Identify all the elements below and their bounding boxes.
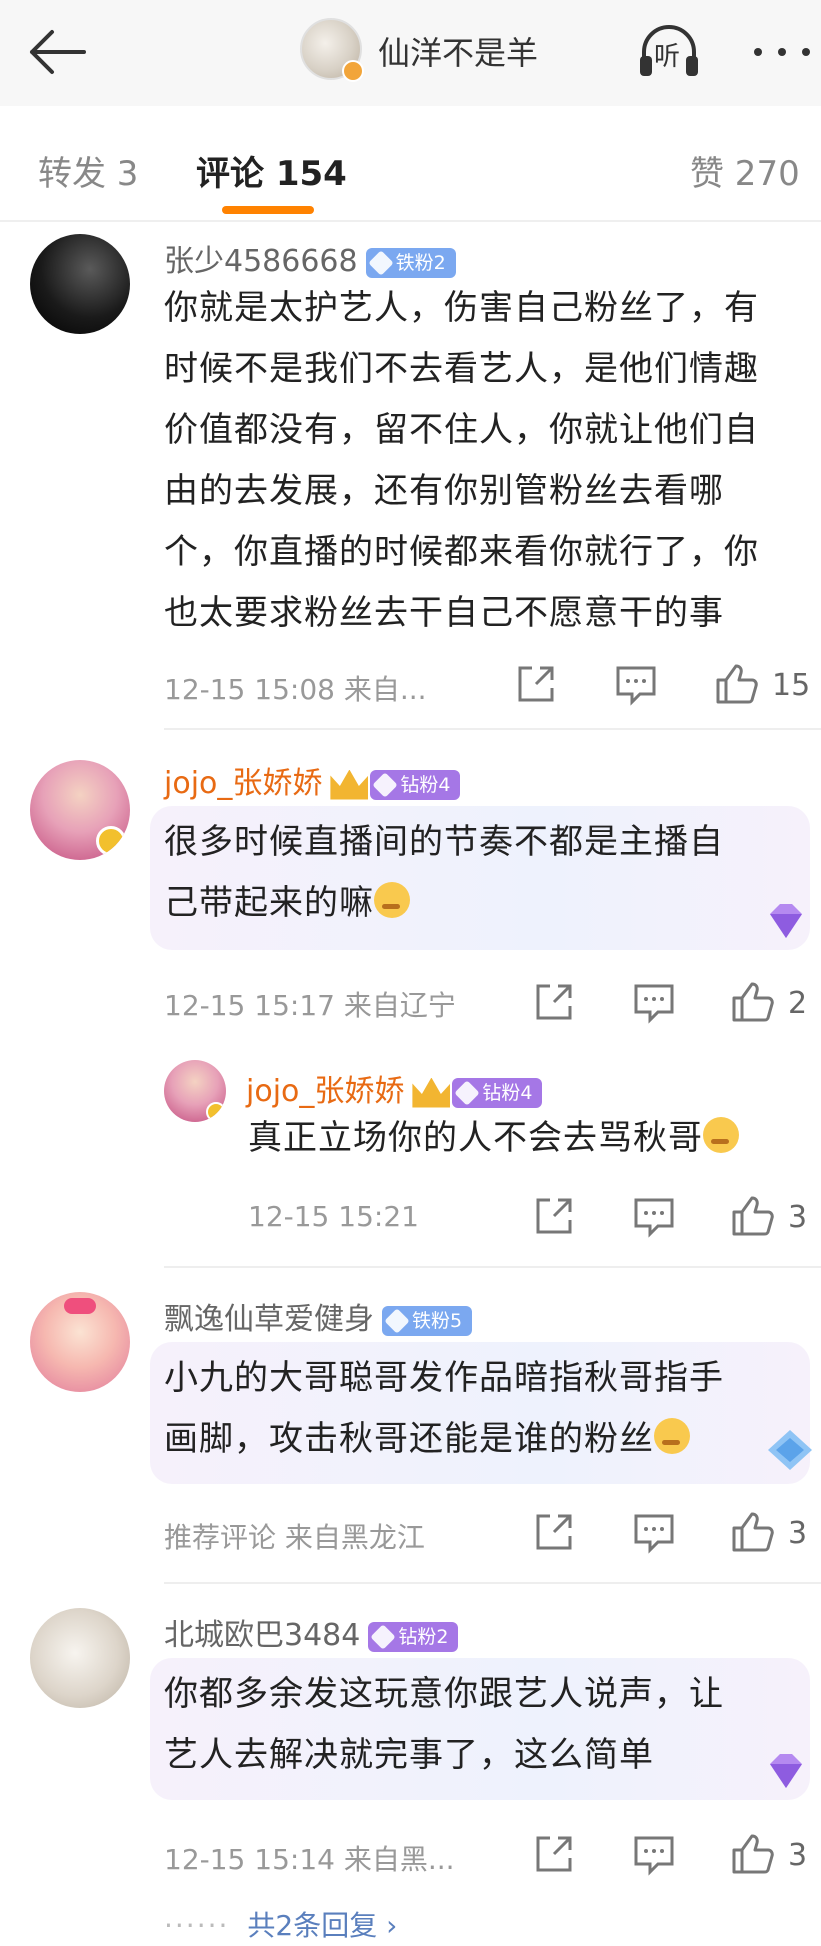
- avatar[interactable]: [30, 234, 130, 334]
- avatar[interactable]: [30, 1292, 130, 1392]
- like-count: 3: [788, 1200, 808, 1235]
- fan-badge: 铁粉2: [365, 247, 456, 278]
- author-avatar[interactable]: [300, 18, 364, 82]
- share-icon[interactable]: [530, 1830, 578, 1878]
- like-icon[interactable]: [728, 978, 776, 1026]
- like-count: 15: [772, 668, 811, 703]
- verified-icon: [96, 826, 126, 856]
- comment-text: 真正立场你的人不会去骂秋哥: [248, 1108, 808, 1169]
- listen-button[interactable]: 听: [634, 20, 704, 80]
- username[interactable]: jojo_张娇娇 钻粉4: [164, 758, 461, 802]
- top-bar: 仙洋不是羊 听: [0, 0, 821, 106]
- crown-icon: [412, 1077, 451, 1108]
- divider: [164, 1266, 821, 1268]
- diamond-decoration-icon: [770, 904, 802, 938]
- share-icon[interactable]: [530, 1508, 578, 1556]
- username[interactable]: 北城欧巴3484 钻粉2: [164, 1610, 459, 1654]
- avatar[interactable]: [30, 1608, 130, 1708]
- comment-meta: 12-15 15:08 来自...: [164, 673, 427, 706]
- diamond-decoration-icon: [770, 1754, 802, 1788]
- active-tab-indicator: [222, 206, 314, 214]
- divider: [164, 728, 821, 730]
- username[interactable]: jojo_张娇娇 钻粉4: [246, 1066, 543, 1110]
- thinking-emoji-icon: [374, 882, 410, 918]
- like-count: 3: [788, 1516, 808, 1551]
- like-icon[interactable]: [728, 1508, 776, 1556]
- comment-text: 很多时候直播间的节奏不都是主播自 己带起来的嘛: [164, 822, 724, 923]
- username[interactable]: 飘逸仙草爱健身 铁粉5: [164, 1294, 473, 1338]
- tab-bar: 转发 3 评论 154 赞 270: [0, 106, 821, 222]
- fan-badge: 钻粉4: [370, 769, 461, 800]
- like-icon[interactable]: [728, 1830, 776, 1878]
- avatar[interactable]: [164, 1060, 226, 1122]
- comment-icon[interactable]: [612, 660, 660, 708]
- like-icon[interactable]: [712, 660, 760, 708]
- verified-icon: [342, 60, 364, 82]
- back-arrow-icon[interactable]: [22, 24, 92, 80]
- verified-icon: [206, 1102, 226, 1122]
- tab-comment[interactable]: 评论 154: [196, 146, 347, 195]
- divider: [164, 1582, 821, 1584]
- like-count: 2: [788, 986, 808, 1021]
- comment-meta: 12-15 15:14 来自黑...: [164, 1843, 455, 1876]
- thinking-emoji-icon: [703, 1117, 739, 1153]
- fan-badge: 钻粉4: [452, 1077, 543, 1108]
- more-icon[interactable]: [748, 32, 818, 72]
- more-replies-link[interactable]: ······ 共2条回复 ›: [164, 1904, 397, 1944]
- fan-badge: 铁粉5: [382, 1305, 473, 1336]
- diamond-decoration-icon: [768, 1430, 812, 1470]
- comment-icon[interactable]: [630, 1830, 678, 1878]
- comment-icon[interactable]: [630, 1192, 678, 1240]
- comment-meta: 推荐评论 来自黑龙江: [164, 1521, 425, 1554]
- comment-text: 你就是太护艺人，伤害自己粉丝了，有 时候不是我们不去看艺人，是他们情趣 价值都没…: [164, 288, 759, 633]
- username[interactable]: 张少4586668 铁粉2: [164, 236, 456, 280]
- crown-icon: [330, 769, 369, 800]
- comment-icon[interactable]: [630, 1508, 678, 1556]
- share-icon[interactable]: [530, 1192, 578, 1240]
- avatar[interactable]: [30, 760, 130, 860]
- fan-badge: 钻粉2: [368, 1621, 459, 1652]
- laughing-emoji-icon: [654, 1418, 690, 1454]
- like-icon[interactable]: [728, 1192, 776, 1240]
- bow-decoration: [64, 1298, 96, 1314]
- share-icon[interactable]: [530, 978, 578, 1026]
- comment-meta: 12-15 15:21: [248, 1200, 419, 1233]
- listen-label: 听: [654, 42, 681, 72]
- tab-like[interactable]: 赞 270: [690, 146, 800, 195]
- comment-text: 你都多余发这玩意你跟艺人说声，让 艺人去解决就完事了，这么简单: [164, 1674, 724, 1775]
- dots-separator: ······: [164, 1909, 230, 1942]
- page-title[interactable]: 仙洋不是羊: [378, 28, 538, 74]
- tab-repost[interactable]: 转发 3: [38, 146, 138, 195]
- comment-meta: 12-15 15:17 来自辽宁: [164, 989, 456, 1022]
- like-count: 3: [788, 1838, 808, 1873]
- share-icon[interactable]: [512, 660, 560, 708]
- comment-icon[interactable]: [630, 978, 678, 1026]
- comment-text: 小九的大哥聪哥发作品暗指秋哥指手 画脚，攻击秋哥还能是谁的粉丝: [164, 1358, 724, 1459]
